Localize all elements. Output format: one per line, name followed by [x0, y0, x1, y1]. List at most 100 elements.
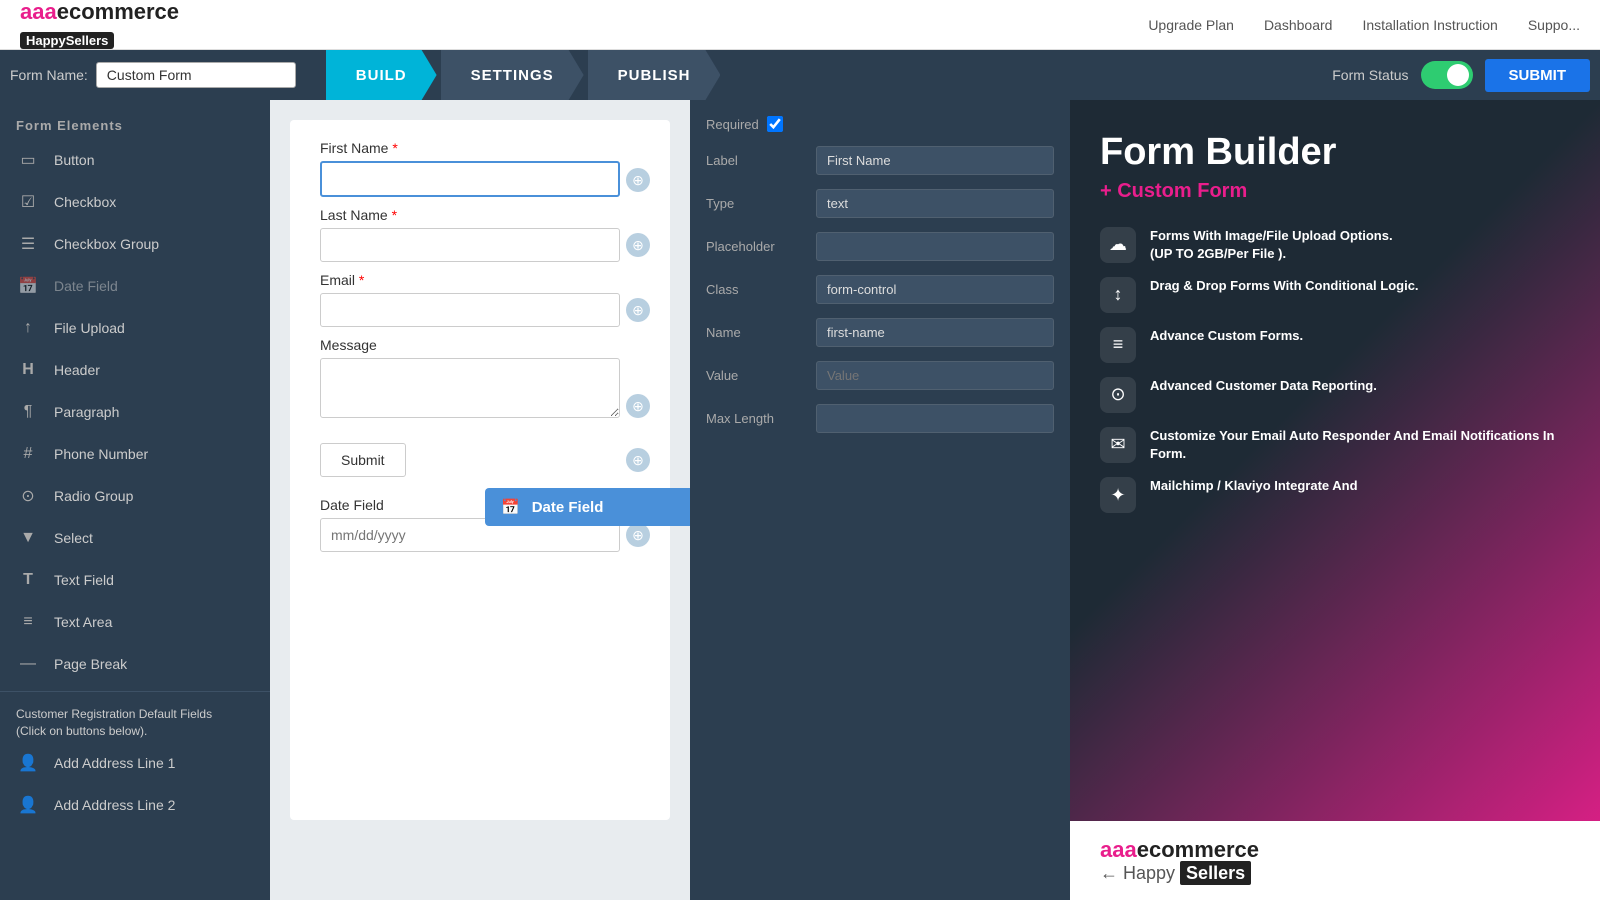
- form-status-area: Form Status SUBMIT: [1332, 59, 1600, 92]
- add-field-btn-2[interactable]: ⊕: [626, 233, 650, 257]
- sidebar-label-select: Select: [54, 530, 93, 546]
- tab-publish[interactable]: PUBLISH: [588, 50, 721, 100]
- sidebar-item-page-break[interactable]: — Page Break: [0, 643, 270, 685]
- promo-icon-mailchimp: ✦: [1100, 477, 1136, 513]
- page-break-icon: —: [16, 652, 40, 676]
- logo: aaaecommerce HappySellers: [20, 0, 179, 51]
- first-name-required: *: [392, 140, 397, 156]
- submit-button[interactable]: SUBMIT: [1485, 59, 1591, 92]
- sidebar-item-button[interactable]: ▭ Button: [0, 139, 270, 181]
- promo-feature-1: ☁ Forms With Image/File Upload Options.(…: [1100, 227, 1570, 263]
- form-name-input[interactable]: [96, 62, 296, 88]
- promo-content: Form Builder + Custom Form ☁ Forms With …: [1070, 100, 1600, 547]
- sidebar: Form Elements ▭ Button ☑ Checkbox ☰ Chec…: [0, 100, 270, 900]
- sidebar-label-radio-group: Radio Group: [54, 488, 133, 504]
- field-first-name: First Name * ⊕: [320, 140, 640, 197]
- prop-required-row: Required: [706, 116, 1054, 132]
- promo-icon-drag: ↕: [1100, 277, 1136, 313]
- promo-icon-email: ✉: [1100, 427, 1136, 463]
- prop-placeholder-label: Placeholder: [706, 239, 816, 254]
- form-status-toggle[interactable]: [1421, 61, 1473, 89]
- text-area-icon: ≡: [16, 610, 40, 634]
- message-textarea[interactable]: [320, 358, 620, 418]
- add-field-btn-5[interactable]: ⊕: [626, 448, 650, 472]
- tab-settings[interactable]: SETTINGS: [441, 50, 584, 100]
- sidebar-item-date-field[interactable]: 📅 Date Field: [0, 265, 270, 307]
- sidebar-item-add-address-2[interactable]: 👤 Add Address Line 2: [0, 784, 270, 826]
- sidebar-label-text-field: Text Field: [54, 572, 114, 588]
- promo-logo-aaa: aaaecommerce: [1100, 837, 1259, 863]
- sidebar-label-page-break: Page Break: [54, 656, 127, 672]
- checkbox-group-icon: ☰: [16, 232, 40, 256]
- prop-value-input[interactable]: [816, 361, 1054, 390]
- tab-bar: BUILD SETTINGS PUBLISH: [326, 50, 725, 100]
- prop-name-row: Name first-name: [706, 318, 1054, 347]
- date-input[interactable]: [320, 518, 620, 552]
- main-content: Form Elements ▭ Button ☑ Checkbox ☰ Chec…: [0, 100, 1600, 900]
- logo-text: aaa: [20, 0, 57, 24]
- message-label: Message: [320, 337, 620, 353]
- top-nav: aaaecommerce HappySellers Upgrade Plan D…: [0, 0, 1600, 50]
- last-name-required: *: [392, 207, 397, 223]
- form-submit-button[interactable]: Submit: [320, 443, 406, 477]
- button-icon: ▭: [16, 148, 40, 172]
- sidebar-item-select[interactable]: ▼ Select: [0, 517, 270, 559]
- add-field-btn-6[interactable]: ⊕: [626, 523, 650, 547]
- date-field-label: Date Field: [320, 497, 620, 513]
- field-last-name: Last Name * ⊕: [320, 207, 640, 262]
- sidebar-item-phone-number[interactable]: # Phone Number: [0, 433, 270, 475]
- prop-class-value: form-control: [816, 275, 1054, 304]
- prop-placeholder-input[interactable]: [816, 232, 1054, 261]
- nav-installation[interactable]: Installation Instruction: [1362, 17, 1497, 33]
- sidebar-item-add-address-1[interactable]: 👤 Add Address Line 1: [0, 742, 270, 784]
- prop-required-checkbox[interactable]: [767, 116, 783, 132]
- prop-label-row: Label: [706, 146, 1054, 175]
- promo-icon-custom: ≡: [1100, 327, 1136, 363]
- prop-value-row: Value: [706, 361, 1054, 390]
- add-address-1-icon: 👤: [16, 751, 40, 775]
- promo-feature-3: ≡ Advance Custom Forms.: [1100, 327, 1570, 363]
- add-field-btn-4[interactable]: ⊕: [626, 394, 650, 418]
- add-field-btn-3[interactable]: ⊕: [626, 298, 650, 322]
- first-name-label: First Name *: [320, 140, 620, 156]
- email-input[interactable]: [320, 293, 620, 327]
- field-submit: Submit ⊕: [320, 433, 640, 477]
- logo-sub: HappySellers: [20, 32, 114, 49]
- prop-name-label: Name: [706, 325, 816, 340]
- sidebar-label-add-address-2: Add Address Line 2: [54, 797, 175, 813]
- prop-maxlength-input[interactable]: [816, 404, 1054, 433]
- sidebar-item-paragraph[interactable]: ¶ Paragraph: [0, 391, 270, 433]
- prop-label-input[interactable]: [816, 146, 1054, 175]
- sidebar-item-header[interactable]: H Header: [0, 349, 270, 391]
- promo-feature-2: ↕ Drag & Drop Forms With Conditional Log…: [1100, 277, 1570, 313]
- prop-class-row: Class form-control: [706, 275, 1054, 304]
- nav-dashboard[interactable]: Dashboard: [1264, 17, 1333, 33]
- sidebar-item-text-area[interactable]: ≡ Text Area: [0, 601, 270, 643]
- first-name-input[interactable]: [320, 161, 620, 197]
- promo-logo-sub: ← Happy Sellers: [1100, 863, 1259, 884]
- sidebar-label-paragraph: Paragraph: [54, 404, 119, 420]
- email-label: Email *: [320, 272, 620, 288]
- nav-support[interactable]: Suppo...: [1528, 17, 1580, 33]
- tab-build[interactable]: BUILD: [326, 50, 437, 100]
- promo-feature-text-3: Advance Custom Forms.: [1150, 327, 1303, 345]
- sidebar-item-radio-group[interactable]: ⊙ Radio Group: [0, 475, 270, 517]
- prop-type-label: Type: [706, 196, 816, 211]
- nav-upgrade[interactable]: Upgrade Plan: [1148, 17, 1234, 33]
- form-canvas: First Name * ⊕ Last Name * ⊕ Email * ⊕: [290, 120, 670, 820]
- promo-feature-5: ✉ Customize Your Email Auto Responder An…: [1100, 427, 1570, 463]
- promo-bottom: aaaecommerce ← Happy Sellers: [1070, 821, 1600, 900]
- add-field-btn-1[interactable]: ⊕: [626, 168, 650, 192]
- promo-feature-6: ✦ Mailchimp / Klaviyo Integrate And: [1100, 477, 1570, 513]
- sidebar-item-file-upload[interactable]: ↑ File Upload: [0, 307, 270, 349]
- sidebar-item-checkbox-group[interactable]: ☰ Checkbox Group: [0, 223, 270, 265]
- promo-icon-data: ⊙: [1100, 377, 1136, 413]
- sidebar-item-text-field[interactable]: T Text Field: [0, 559, 270, 601]
- sidebar-label-button: Button: [54, 152, 94, 168]
- file-upload-icon: ↑: [16, 316, 40, 340]
- promo-icon-upload: ☁: [1100, 227, 1136, 263]
- sidebar-title: Form Elements: [0, 110, 270, 139]
- checkbox-icon: ☑: [16, 190, 40, 214]
- sidebar-item-checkbox[interactable]: ☑ Checkbox: [0, 181, 270, 223]
- last-name-input[interactable]: [320, 228, 620, 262]
